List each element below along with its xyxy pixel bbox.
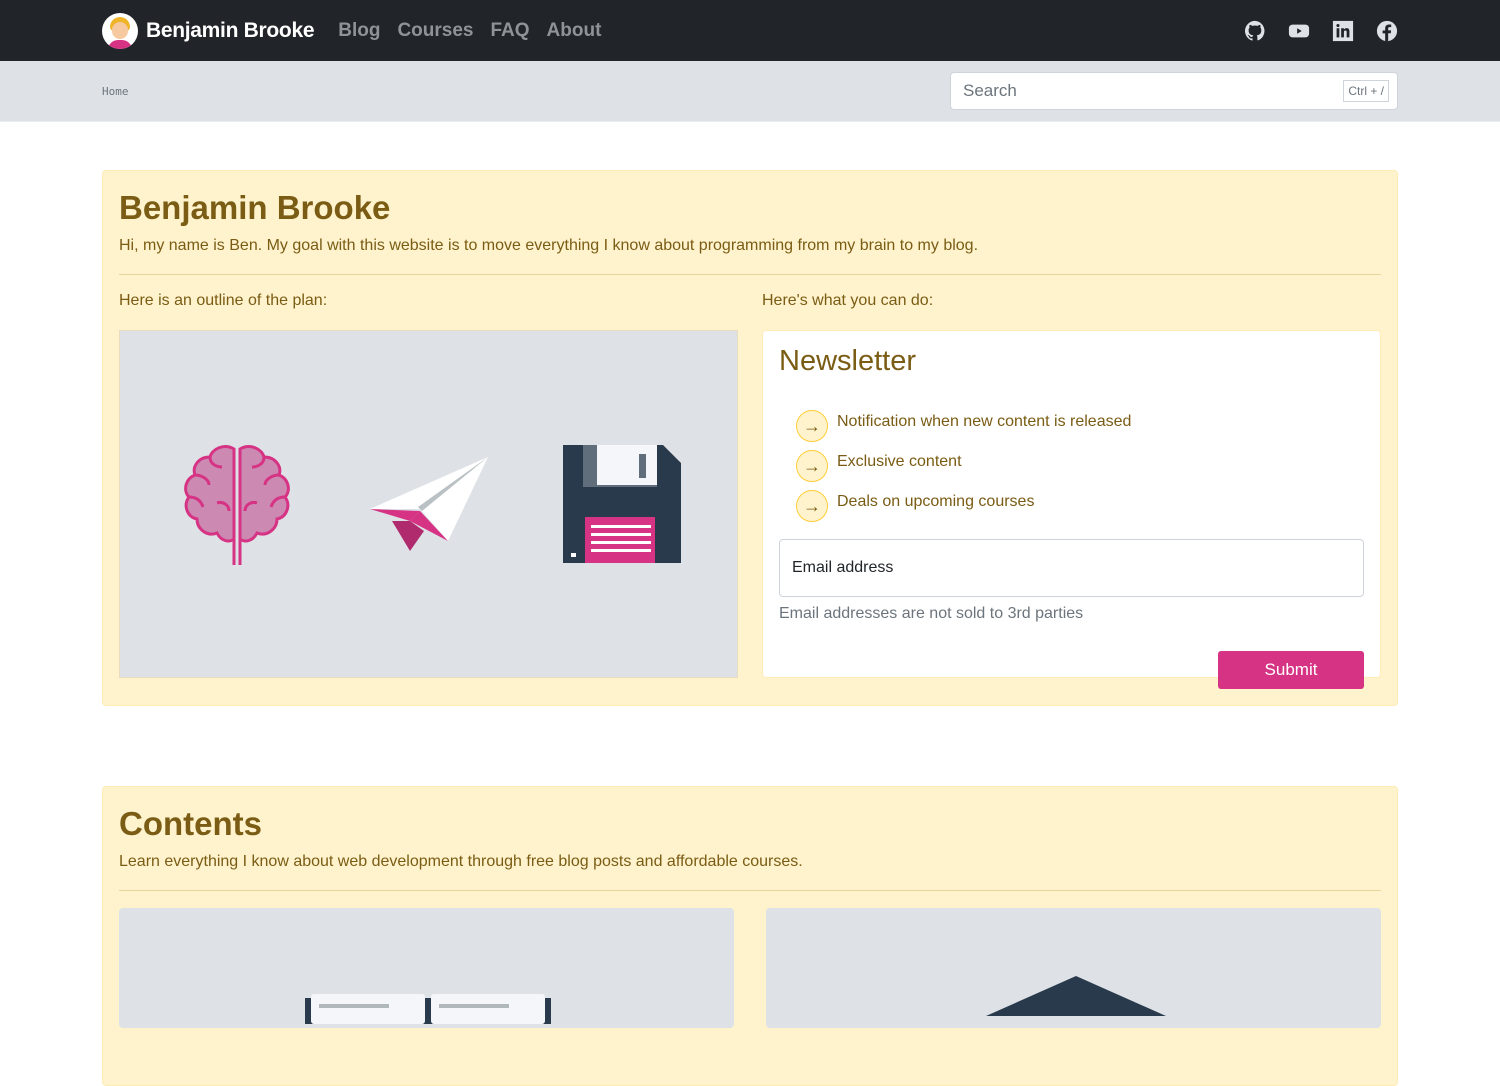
divider xyxy=(119,274,1381,275)
hero-lead: Hi, my name is Ben. My goal with this we… xyxy=(119,237,979,254)
list-item-text: Exclusive content xyxy=(837,453,962,470)
actions-label: Here's what you can do: xyxy=(762,292,934,309)
hero-card: Benjamin Brooke Hi, my name is Ben. My g… xyxy=(102,170,1398,706)
newsletter-title: Newsletter xyxy=(779,345,916,377)
github-icon[interactable] xyxy=(1244,20,1266,42)
nav-courses[interactable]: Courses xyxy=(397,20,473,42)
arrow-right-icon: → xyxy=(796,450,828,482)
facebook-icon[interactable] xyxy=(1376,20,1398,42)
contents-lead: Learn everything I know about web develo… xyxy=(119,853,803,870)
brand-link[interactable]: Benjamin Brooke xyxy=(146,19,315,43)
youtube-icon[interactable] xyxy=(1288,20,1310,42)
brain-icon xyxy=(183,445,290,565)
linkedin-icon[interactable] xyxy=(1332,20,1354,42)
nav-blog[interactable]: Blog xyxy=(338,20,380,42)
arrow-right-icon: → xyxy=(796,490,828,522)
list-item: → Deals on upcoming courses xyxy=(796,482,1364,522)
search-box[interactable]: Ctrl + / xyxy=(950,72,1398,110)
hero-title: Benjamin Brooke xyxy=(119,189,391,226)
nav-about[interactable]: About xyxy=(547,20,602,42)
list-item: → Notification when new content is releas… xyxy=(796,402,1364,442)
subheader: Home Ctrl + / xyxy=(0,61,1500,122)
list-item: → Exclusive content xyxy=(796,442,1364,482)
navbar: Benjamin Brooke Blog Courses FAQ About xyxy=(0,0,1500,61)
search-shortcut: Ctrl + / xyxy=(1343,80,1389,102)
list-item-text: Notification when new content is release… xyxy=(837,413,1132,430)
contents-card: Contents Learn everything I know about w… xyxy=(102,786,1398,1086)
breadcrumb-home[interactable]: Home xyxy=(102,85,129,98)
nav-faq[interactable]: FAQ xyxy=(490,20,529,42)
newsletter-card: Newsletter → Notification when new conten… xyxy=(762,330,1381,689)
graduation-cap-icon xyxy=(986,976,1166,1016)
book-icon xyxy=(305,994,551,1024)
floppy-disk-icon xyxy=(562,445,681,563)
email-field[interactable] xyxy=(779,539,1364,597)
list-item-text: Deals on upcoming courses xyxy=(837,493,1035,510)
submit-button[interactable]: Submit xyxy=(1218,651,1364,689)
avatar[interactable] xyxy=(102,12,138,49)
plan-illustration xyxy=(119,330,738,678)
contents-title: Contents xyxy=(119,805,262,842)
paper-plane-icon xyxy=(369,456,488,551)
search-input[interactable] xyxy=(963,81,1344,101)
divider xyxy=(119,890,1381,891)
plan-label: Here is an outline of the plan: xyxy=(119,292,328,309)
arrow-right-icon: → xyxy=(796,410,828,442)
courses-thumbnail[interactable] xyxy=(766,908,1381,1028)
blog-thumbnail[interactable] xyxy=(119,908,734,1028)
email-help-text: Email addresses are not sold to 3rd part… xyxy=(779,605,1084,622)
